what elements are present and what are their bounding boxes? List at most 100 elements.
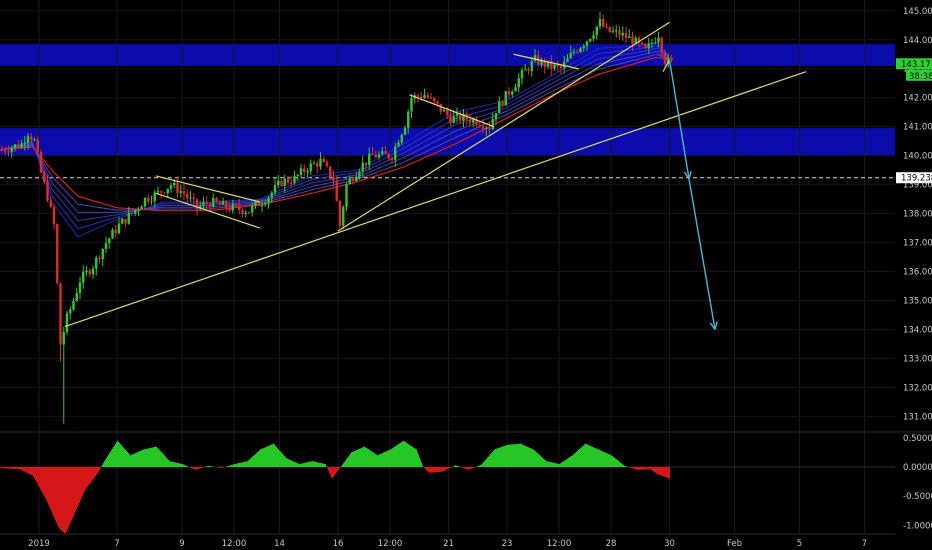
candle-body [342,206,345,226]
candle-body [338,200,342,226]
candle-body [160,191,163,193]
candle-body [403,127,407,135]
candle-body [498,101,501,114]
candle-body [368,153,371,165]
candle-body [663,52,667,64]
candle-body [286,178,290,183]
candle-body [641,42,644,45]
candle-body [299,168,303,176]
candle-body [231,204,234,211]
time-tick-label: Feb [727,539,742,549]
candle-body [332,177,335,181]
time-tick-label: 5 [797,539,802,549]
candle-body [182,191,186,194]
price-chart[interactable]: 131.000 132.000 133.000 134.000 135.000 136.0… [0,0,932,550]
candle-body [121,218,124,224]
candle-body [82,271,85,283]
candle-body [17,144,20,148]
candle-body [628,36,631,38]
candle-body [355,176,358,182]
candle-body [436,101,439,104]
candle-body [491,119,494,130]
candle-body [631,36,634,44]
time-tick-label: 14 [274,539,285,549]
candle-body [514,87,517,92]
candle-body [312,163,316,165]
candle-body [30,136,33,140]
candle-body [348,178,351,184]
candle-body [293,175,296,184]
candle-body [150,201,153,203]
time-tick-label: 28 [606,539,617,549]
candle-body [218,202,221,205]
candle-body [517,78,520,88]
candle-body [611,31,615,33]
oscillator-tick-label: 0.0000 [903,463,932,473]
price-tick-label: 132.000 [903,383,932,393]
candle-body [322,158,325,163]
candle-body [670,57,673,61]
countdown-label: 38:38 [909,72,932,82]
time-tick-label: 12:00 [547,539,572,549]
candle-body [4,149,7,152]
time-tick-label: 7 [862,539,867,549]
candle-body [221,201,225,205]
candle-body [56,224,59,284]
candle-body [52,206,56,225]
candle-body [657,37,660,43]
candle-body [137,209,140,211]
candle-body [273,185,277,193]
candle-body [238,205,241,211]
candle-body [205,202,208,205]
candle-body [494,113,498,120]
candle-body [212,198,215,207]
candle-body [644,44,647,49]
resistance-zone-1 [0,44,895,66]
candle-body [140,206,143,210]
candle-body [576,51,579,53]
candle-body [303,168,306,172]
candle-body [381,151,384,155]
candle-body [62,331,65,345]
candle-body [46,181,49,201]
candle-body [446,109,449,116]
candle-body [173,182,176,186]
candle-body [329,166,332,178]
candle-body [397,142,400,147]
candle-body [91,268,95,275]
candle-body [117,223,121,234]
candle-body [400,134,403,143]
price-tick-label: 145.000 [903,7,932,17]
candle-body [26,136,30,143]
candle-body [394,146,397,161]
price-tick-label: 144.000 [903,36,932,46]
candle-body [507,91,511,95]
candle-body [251,205,254,213]
candle-body [270,192,273,198]
candle-body [351,178,355,182]
oscillator-tick-label: 0.5000 [903,434,932,444]
time-tick-label: 16 [333,539,344,549]
candle-body [433,97,436,102]
candle-body [264,203,267,205]
candle-body [410,98,413,112]
candle-body [371,153,374,155]
candle-body [442,109,446,112]
candle-body [390,158,394,161]
candle-body [527,69,530,72]
candle-body [234,204,238,206]
candle-body [595,26,598,36]
candle-body [364,162,368,165]
candle-body [108,238,111,244]
candle-body [325,162,329,167]
candle-body [524,69,527,71]
candle-body [130,213,134,215]
candle-body [654,42,657,44]
candle-body [143,197,147,207]
price-tick-label: 142.000 [903,94,932,104]
candle-body [59,283,62,345]
candle-body [85,270,88,272]
candle-body [267,197,270,204]
time-tick-label: 7 [114,539,119,549]
candle-body [33,139,36,141]
